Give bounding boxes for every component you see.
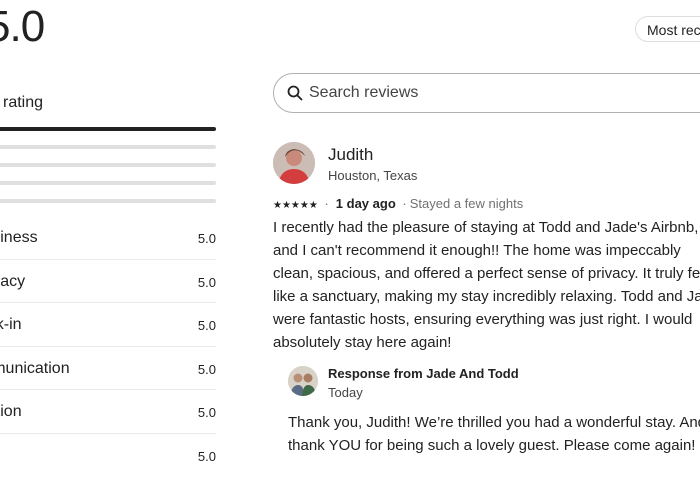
category-ratings: eanliness 5.0 ccuracy 5.0 heck-in 5.0 om…: [0, 216, 216, 478]
reviewer-location: Houston, Texas: [328, 168, 418, 183]
sort-dropdown-button[interactable]: Most recent: [635, 16, 700, 42]
review-text-line: absolutely stay here again!: [273, 334, 452, 351]
category-value: 5.0: [197, 274, 216, 290]
response-text-line: thank YOU for being such a lovely guest.…: [288, 437, 696, 454]
review-meta: ★★★★★ · 1 day ago · Stayed a few nights: [273, 196, 523, 211]
overall-rating-label: rating: [3, 94, 44, 111]
rating-bar-2: [0, 181, 216, 185]
review-text-line: and I can't recommend it enough!! The ho…: [273, 242, 681, 259]
category-value: 5.0: [197, 231, 216, 246]
rating-bar-3: [0, 163, 216, 167]
category-row-location: ocation 5.0: [0, 390, 216, 434]
reviews-page: 5.0 Most recent rating eanliness 5.0 ccu…: [0, 0, 700, 500]
overall-score: 5.0: [0, 2, 45, 51]
star-rating-icon: ★★★★★: [273, 200, 318, 211]
host-avatar[interactable]: [288, 366, 318, 396]
category-label: eanliness: [0, 229, 38, 246]
response-text-line: Thank you, Judith! We’re thrilled you ha…: [288, 414, 700, 431]
search-icon: [287, 85, 303, 101]
review-text-line: like a sanctuary, making my stay incredi…: [273, 288, 700, 305]
host-avatar-image: [288, 366, 318, 396]
category-row-cleanliness: eanliness 5.0: [0, 216, 216, 260]
stay-length: Stayed a few nights: [409, 196, 524, 211]
separator-dot: ·: [402, 196, 407, 211]
reviewer-name[interactable]: Judith: [328, 145, 373, 165]
review-text-line: I recently had the pleasure of staying a…: [273, 219, 699, 236]
category-value: 5.0: [197, 361, 216, 377]
category-label: ccuracy: [0, 272, 26, 290]
separator-dot: ·: [324, 196, 329, 211]
category-value: 5.0: [197, 318, 216, 334]
rating-bar-fill: [0, 127, 216, 131]
reviewer-avatar[interactable]: [273, 142, 315, 184]
review-text-line: were fantastic hosts, ensuring everythin…: [273, 311, 693, 328]
response-body: Thank you, Judith! We’re thrilled you ha…: [288, 411, 700, 457]
category-row-communication: ommunication 5.0: [0, 347, 216, 391]
review-text-line: clean, spacious, and offered a perfect s…: [273, 265, 700, 282]
category-value: 5.0: [197, 448, 216, 464]
category-label: heck-in: [0, 316, 22, 334]
rating-bar-5: [0, 127, 216, 131]
search-reviews-input[interactable]: [309, 74, 700, 112]
category-label: ommunication: [0, 359, 70, 377]
category-row-accuracy: ccuracy 5.0: [0, 260, 216, 304]
review-body: I recently had the pleasure of staying a…: [273, 216, 700, 354]
review-date: 1 day ago: [335, 196, 396, 211]
response-title: Response from Jade And Todd: [328, 366, 519, 381]
category-row-check-in: heck-in 5.0: [0, 303, 216, 347]
response-date: Today: [328, 385, 363, 400]
search-reviews-box[interactable]: [273, 73, 700, 113]
reviewer-avatar-image: [273, 142, 315, 184]
rating-bar-1: [0, 199, 216, 203]
category-label: ocation: [0, 403, 22, 421]
category-value: 5.0: [197, 405, 216, 421]
category-row-value: alue 5.0: [0, 434, 216, 478]
overall-rating-distribution: [0, 127, 216, 217]
rating-bar-4: [0, 145, 216, 149]
